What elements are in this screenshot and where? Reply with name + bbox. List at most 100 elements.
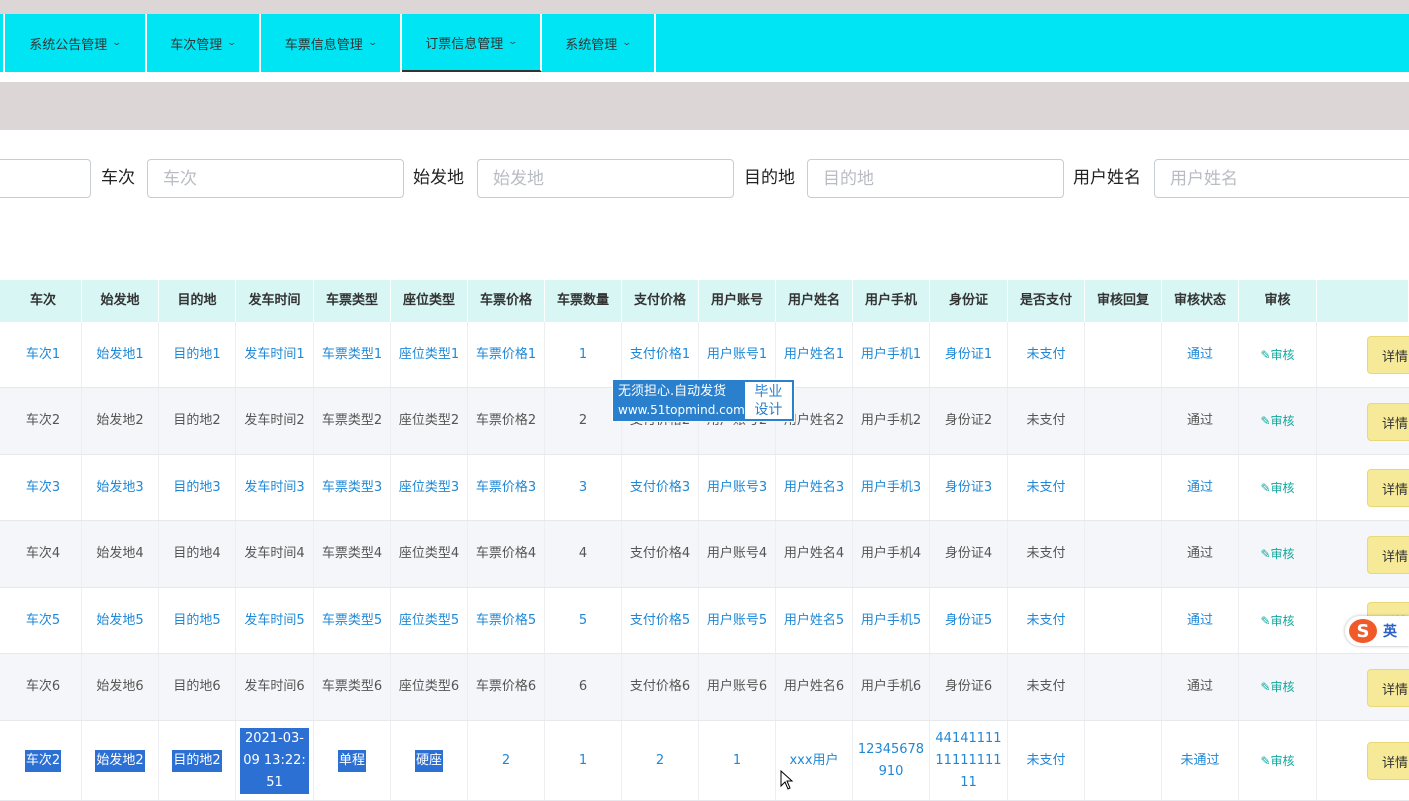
cell-text: 4 bbox=[578, 546, 588, 561]
column-header-user-account: 用户账号 bbox=[699, 280, 776, 322]
detail-button[interactable]: 详情 bbox=[1367, 742, 1409, 780]
audit-label: 审核 bbox=[1270, 347, 1295, 362]
cell-text: 始发地5 bbox=[96, 612, 144, 628]
column-header-audit-status: 审核状态 bbox=[1162, 280, 1239, 322]
cell-audit-status: 通过 bbox=[1162, 322, 1239, 387]
cell-audit-reply bbox=[1085, 388, 1162, 454]
cell-text: 座位类型3 bbox=[398, 479, 460, 495]
cell-paid-status: 未支付 bbox=[1008, 455, 1085, 520]
nav-item-tickets[interactable]: 车票信息管理 ⌄ bbox=[261, 14, 402, 72]
ime-indicator[interactable]: S 英 bbox=[1345, 616, 1409, 646]
username-search-input[interactable] bbox=[1154, 159, 1409, 198]
cell-text: 身份证6 bbox=[944, 679, 993, 694]
cell-destination: 目的地3 bbox=[159, 455, 236, 520]
nav-item-label: 订票信息管理 bbox=[425, 36, 504, 52]
cell-text: 目的地1 bbox=[173, 346, 221, 362]
cell-origin: 始发地2 bbox=[82, 388, 159, 454]
cell-user-phone: 用户手机3 bbox=[853, 455, 930, 520]
cell-user-name: 用户姓名1 bbox=[776, 322, 853, 387]
column-header-paid-status: 是否支付 bbox=[1008, 280, 1085, 322]
nav-item-system[interactable]: 系统管理 ⌄ bbox=[542, 14, 656, 72]
detail-button[interactable]: 详情 bbox=[1367, 536, 1409, 574]
cell-text: 支付价格5 bbox=[629, 612, 691, 628]
cell-text: 车票类型2 bbox=[321, 413, 383, 428]
audit-link[interactable]: ✎ 审核 bbox=[1239, 521, 1317, 587]
audit-link[interactable]: ✎ 审核 bbox=[1239, 388, 1317, 454]
cell-user-name: 用户姓名5 bbox=[776, 588, 853, 653]
cell-user-account: 用户账号5 bbox=[699, 588, 776, 653]
origin-search-input[interactable] bbox=[477, 159, 734, 198]
train-label: 车次 bbox=[101, 168, 135, 188]
cell-text: 发车时间2 bbox=[244, 413, 305, 428]
cell-ticket-count: 5 bbox=[545, 588, 622, 653]
cell-user-phone: 用户手机4 bbox=[853, 521, 930, 587]
cell-text: 通过 bbox=[1186, 346, 1213, 362]
cell-text: 座位类型6 bbox=[398, 679, 460, 694]
cell-ticket-type: 车票类型1 bbox=[314, 322, 391, 387]
nav-item-trains[interactable]: 车次管理 ⌄ bbox=[147, 14, 261, 72]
ime-mode-label: 英 bbox=[1383, 624, 1397, 640]
cell-text: 车票类型3 bbox=[321, 479, 383, 495]
audit-label: 审核 bbox=[1270, 753, 1295, 768]
nav-item-bookings[interactable]: 订票信息管理 ⌄ bbox=[402, 14, 542, 72]
nav-item-label: 系统公告管理 bbox=[29, 37, 108, 53]
cell-text: 1 bbox=[578, 346, 588, 362]
cell-user-account: 用户账号6 bbox=[699, 654, 776, 720]
cell-seat-type: 座位类型3 bbox=[391, 455, 468, 520]
audit-link[interactable]: ✎ 审核 bbox=[1239, 721, 1317, 800]
username-label: 用户姓名 bbox=[1073, 168, 1141, 188]
audit-link[interactable]: ✎ 审核 bbox=[1239, 654, 1317, 720]
cell-audit-reply bbox=[1085, 654, 1162, 720]
detail-button[interactable]: 详情 bbox=[1367, 403, 1409, 441]
cell-text: 用户手机1 bbox=[860, 346, 922, 362]
cell-text: 车票价格1 bbox=[475, 346, 537, 362]
cell-text: 未支付 bbox=[1026, 546, 1066, 561]
cell-text: 支付价格3 bbox=[629, 479, 691, 495]
detail-button[interactable]: 详情 bbox=[1367, 336, 1409, 374]
cell-destination: 目的地4 bbox=[159, 521, 236, 587]
cell-seat-type: 座位类型2 bbox=[391, 388, 468, 454]
cell-text: 始发地6 bbox=[96, 679, 144, 694]
cell-text: 车票类型5 bbox=[321, 612, 383, 628]
train-search-input[interactable] bbox=[147, 159, 404, 198]
cell-user-phone: 12345678910 bbox=[853, 721, 930, 800]
cell-ticket-type: 车票类型6 bbox=[314, 654, 391, 720]
detail-button[interactable]: 详情 bbox=[1367, 469, 1409, 507]
cell-origin: 始发地3 bbox=[82, 455, 159, 520]
cell-origin: 始发地6 bbox=[82, 654, 159, 720]
nav-item-announcements[interactable]: 系统公告管理 ⌄ bbox=[5, 14, 147, 72]
cell-train: 车次2 bbox=[5, 721, 82, 800]
cell-depart-time: 发车时间4 bbox=[236, 521, 314, 587]
audit-link[interactable]: ✎ 审核 bbox=[1239, 322, 1317, 387]
cell-text: 用户手机3 bbox=[860, 479, 922, 495]
cell-text: 2 bbox=[578, 413, 588, 428]
column-header-id-card: 身份证 bbox=[930, 280, 1008, 322]
edit-icon: ✎ bbox=[1260, 414, 1271, 428]
audit-link[interactable]: ✎ 审核 bbox=[1239, 588, 1317, 653]
column-header-ticket-type: 车票类型 bbox=[314, 280, 391, 322]
cell-user-phone: 用户手机5 bbox=[853, 588, 930, 653]
breadcrumb-band bbox=[0, 82, 1409, 130]
chevron-down-icon: ⌄ bbox=[367, 38, 378, 48]
cell-text: 通过 bbox=[1186, 546, 1213, 561]
cell-ticket-price: 车票价格1 bbox=[468, 322, 545, 387]
column-header-user-phone: 用户手机 bbox=[853, 280, 930, 322]
cell-text: 目的地6 bbox=[173, 679, 221, 694]
cell-text: 车次6 bbox=[25, 679, 61, 694]
search-input-partial[interactable] bbox=[0, 159, 91, 198]
cell-ticket-count: 1 bbox=[545, 721, 622, 800]
cell-text: 目的地2 bbox=[172, 749, 222, 772]
cell-text: 用户姓名3 bbox=[783, 479, 845, 495]
cell-text: 未支付 bbox=[1026, 752, 1066, 768]
cell-text: 2021-03-09 13:22:51 bbox=[240, 727, 309, 794]
detail-button[interactable]: 详情 bbox=[1367, 669, 1409, 707]
destination-search-input[interactable] bbox=[807, 159, 1064, 198]
cell-seat-type: 座位类型6 bbox=[391, 654, 468, 720]
cell-text: 未支付 bbox=[1026, 612, 1066, 628]
audit-link[interactable]: ✎ 审核 bbox=[1239, 455, 1317, 520]
cell-text: 车次2 bbox=[24, 749, 62, 772]
cell-text: 未支付 bbox=[1026, 679, 1066, 694]
cell-text: 车票类型6 bbox=[321, 679, 383, 694]
cell-text: 用户手机6 bbox=[860, 679, 922, 694]
cell-text: 发车时间1 bbox=[244, 346, 305, 362]
